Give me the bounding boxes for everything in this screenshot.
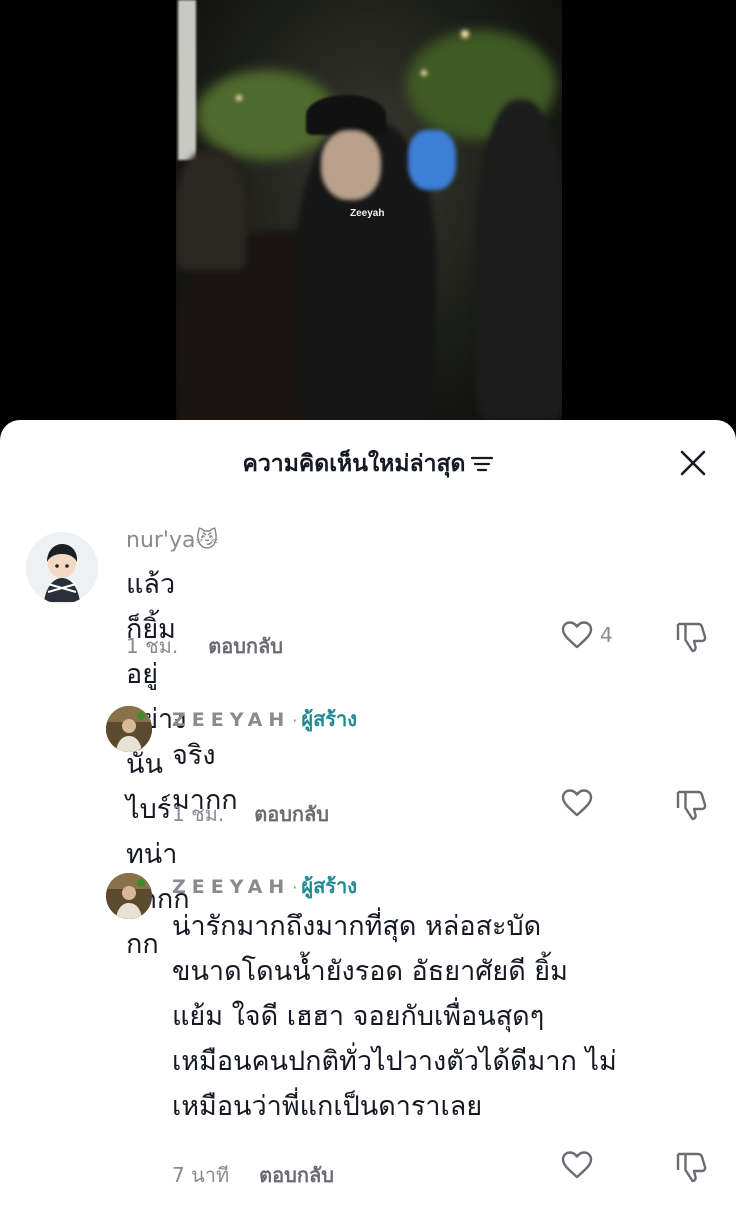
username-text: nur'ya: [126, 528, 196, 553]
street-light: [421, 70, 427, 76]
comment-username[interactable]: ZEEYAH · ผู้สร้าง: [172, 703, 357, 735]
dislike-button[interactable]: [674, 620, 710, 658]
avatar-photo: [106, 873, 152, 919]
comment-time: 1 ชม.: [126, 634, 179, 658]
dislike-button[interactable]: [674, 1150, 710, 1188]
like-count: 4: [600, 623, 613, 647]
avatar[interactable]: [26, 532, 98, 604]
comment-meta: 1 ชม. ตอบกลับ: [172, 798, 329, 830]
close-button[interactable]: [676, 446, 710, 480]
username-text: ZEEYAH: [172, 709, 291, 731]
creator-badge: ผู้สร้าง: [301, 707, 358, 731]
comment-username[interactable]: nur'ya😼: [126, 528, 218, 553]
like-button[interactable]: [560, 788, 594, 818]
comment-time: 7 นาที: [172, 1163, 230, 1187]
thumbs-down-icon: [676, 790, 707, 821]
like-button[interactable]: [560, 1150, 594, 1180]
street-light: [461, 30, 469, 38]
comment-time: 1 ชม.: [172, 802, 225, 826]
video-area: Zeeyah: [0, 0, 736, 440]
close-icon: [680, 450, 706, 476]
crowd-person: [176, 150, 246, 270]
comment-line: เหมือนว่าพี่แกเป็นดาราเลย: [172, 1091, 483, 1122]
separator-dot: ·: [292, 711, 298, 730]
comments-header: ความคิดเห็นใหม่ล่าสุด: [0, 420, 736, 506]
avatar-illustration: [26, 532, 98, 604]
reply-button[interactable]: ตอบกลับ: [208, 634, 283, 658]
comment-username[interactable]: ZEEYAH · ผู้สร้าง: [172, 870, 357, 902]
cap: [306, 95, 386, 135]
sort-toggle[interactable]: ความคิดเห็นใหม่ล่าสุด: [0, 446, 736, 482]
heart-icon: [561, 1151, 593, 1179]
heart-icon: [561, 789, 593, 817]
pole: [178, 0, 196, 160]
thumbs-down-icon: [676, 1152, 707, 1183]
comment-line: เหมือนคนปกติทั่วไปวางตัวได้ดีมาก ไม่: [172, 1046, 617, 1077]
heart-icon: [561, 621, 593, 649]
dislike-button[interactable]: [674, 788, 710, 826]
comment-line: ขนาดโดนน้ำยังรอด อัธยาศัยดี ยิ้ม: [172, 956, 568, 987]
avatar-photo: [106, 706, 152, 752]
avatar[interactable]: [106, 873, 152, 919]
sort-icon: [471, 452, 494, 478]
crowd-person: [476, 100, 562, 420]
comments-title: ความคิดเห็นใหม่ล่าสุด: [242, 451, 466, 477]
comment-meta: 7 นาที ตอบกลับ: [172, 1159, 334, 1191]
username-emoji: 😼: [195, 528, 219, 553]
avatar[interactable]: [106, 706, 152, 752]
username-text: ZEEYAH: [172, 876, 291, 898]
video-frame[interactable]: Zeeyah: [176, 0, 562, 420]
thumbs-down-icon: [676, 622, 707, 653]
reply-button[interactable]: ตอบกลับ: [259, 1163, 334, 1187]
comment-line: น่ารักมากถึงมากที่สุด หล่อสะบัด: [172, 911, 542, 942]
face: [321, 130, 381, 200]
video-watermark: Zeeyah: [350, 208, 385, 219]
comments-sheet: ความคิดเห็นใหม่ล่าสุด nur'ya😼 แล้วก็ยิ้ม…: [0, 420, 736, 1220]
creator-badge: ผู้สร้าง: [301, 874, 358, 898]
separator-dot: ·: [292, 878, 298, 897]
like-button[interactable]: 4: [560, 620, 613, 650]
comment-line: แย้ม ใจดี เฮฮา จอยกับเพื่อนสุดๆ: [172, 1001, 545, 1032]
comment-meta: 1 ชม. ตอบกลับ: [126, 630, 283, 662]
blue-object: [408, 130, 456, 190]
reply-button[interactable]: ตอบกลับ: [254, 802, 329, 826]
street-light: [236, 95, 242, 101]
comment-text: น่ารักมากถึงมากที่สุด หล่อสะบัด ขนาดโดนน…: [172, 904, 722, 1129]
